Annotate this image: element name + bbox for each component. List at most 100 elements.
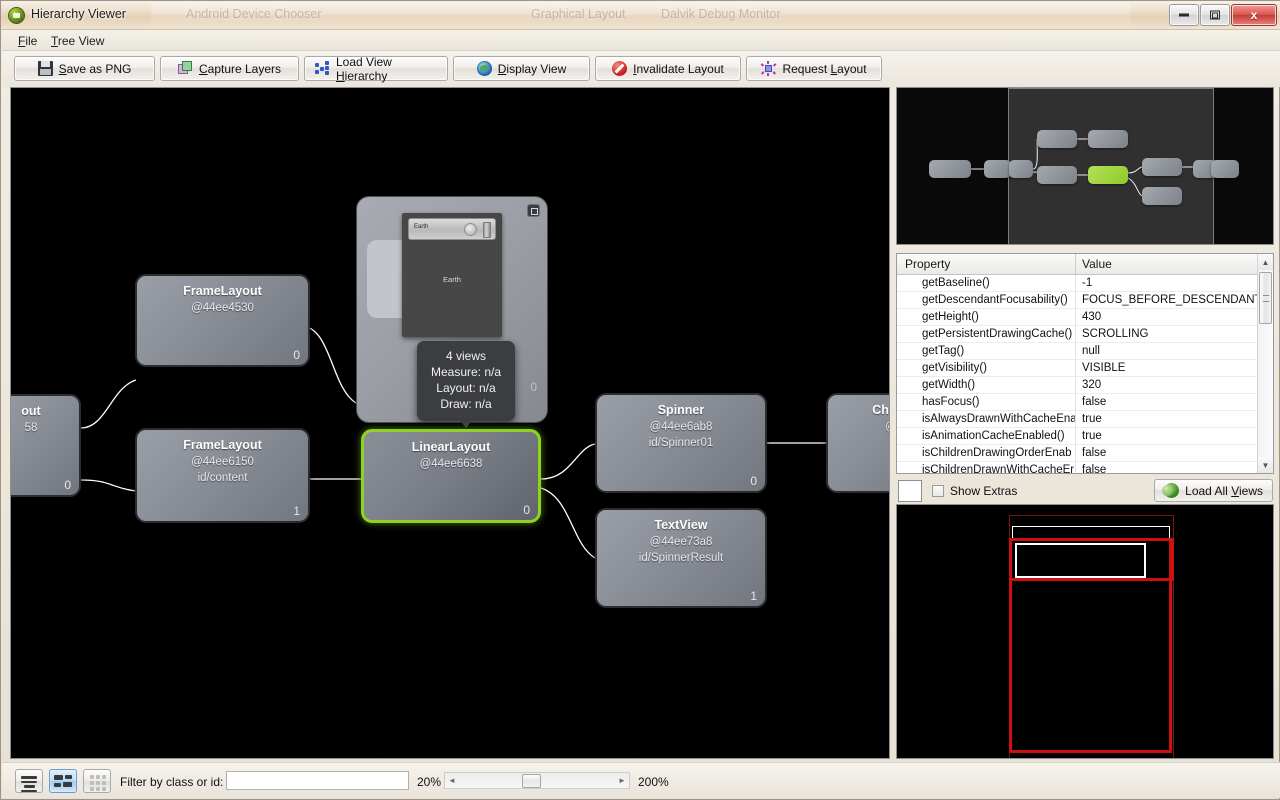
tree-node-index: 0 [293,348,300,362]
tree-node-spinner-44ee6ab8[interactable]: Spinner @44ee6ab8 id/Spinner01 0 [595,393,767,493]
maximize-button[interactable] [1200,4,1230,26]
overview-node-selected[interactable] [1088,166,1128,184]
property-row[interactable]: getTag() null [897,343,1273,360]
save-as-png-button[interactable]: Save as PNG [14,56,155,81]
tree-node-framelayout-44ee4530[interactable]: FrameLayout @44ee4530 0 [135,274,310,367]
device-thumbnail: Earth Earth [402,213,502,337]
tree-canvas[interactable]: out 58 0 FrameLayout @44ee4530 0 FrameLa… [10,87,890,759]
tree-node-address: @44ee73a8 [649,536,713,548]
overview-node[interactable] [1142,158,1182,176]
request-layout-button[interactable]: Request Layout [746,56,882,81]
scrollbar-thumb[interactable] [1259,272,1272,324]
view-mode-list-button[interactable] [15,769,43,793]
property-row[interactable]: getBaseline() -1 [897,275,1273,292]
property-row[interactable]: isAlwaysDrawnWithCacheEna true [897,411,1273,428]
wireframe-preview[interactable] [896,504,1274,759]
invalidate-layout-button[interactable]: Invalidate Layout [595,56,741,81]
property-row[interactable]: isAnimationCacheEnabled() true [897,428,1273,445]
thumbnail-spinner: Earth [408,218,496,240]
overview-node[interactable] [929,160,971,178]
close-button[interactable]: x [1231,4,1277,26]
no-entry-icon [612,61,628,76]
tooltip-measure: Measure: n/a [430,365,502,379]
property-name: getBaseline() [897,275,1076,291]
zoom-slider[interactable]: ◄ ► [444,772,630,789]
thumbnail-scrollbar-icon [483,222,491,238]
tree-node-linearlayout-44ee6638[interactable]: LinearLayout @44ee6638 0 [361,429,541,523]
property-row[interactable]: getHeight() 430 [897,309,1273,326]
tree-node-textview-44ee73a8[interactable]: TextView @44ee73a8 id/SpinnerResult 1 [595,508,767,608]
tree-node-clipped-left[interactable]: out 58 0 [11,394,81,497]
view-mode-grid-button[interactable] [83,769,111,793]
scroll-up-icon[interactable]: ▲ [1258,254,1273,270]
load-all-views-button[interactable]: Load All Views [1154,479,1273,502]
tree-view-icon [50,770,76,792]
property-value: -1 [1082,277,1093,289]
overview-node[interactable] [1037,130,1077,148]
view-mode-tree-button[interactable] [49,769,77,793]
property-row[interactable]: hasFocus() false [897,394,1273,411]
ghost-title-1: Android Device Chooser [186,7,322,21]
tree-node-name: LinearLayout [411,440,491,454]
load-view-hierarchy-button[interactable]: Load View Hierarchy [304,55,448,83]
display-view-button[interactable]: Display View [453,56,590,81]
tree-node-resource-id: id/SpinnerResult [638,552,724,564]
color-swatch[interactable] [898,479,922,502]
property-value: false [1082,396,1107,408]
app-icon [9,8,24,23]
property-row[interactable]: getDescendantFocusability() FOCUS_BEFORE_… [897,292,1273,309]
capture-layers-button[interactable]: Capture Layers [160,56,299,81]
property-table-scrollbar[interactable]: ▲ ▼ [1257,254,1273,473]
property-row[interactable]: getVisibility() VISIBLE [897,360,1273,377]
display-view-label: Display View [497,61,567,76]
tree-node-address: @44ee6638 [419,458,483,470]
main-toolbar: Save as PNG Capture Layers Load View Hie… [2,51,1280,87]
group-node-index: 0 [530,380,537,394]
slider-left-arrow-icon[interactable]: ◄ [445,773,459,788]
collapse-badge-icon[interactable] [527,204,540,217]
property-name: isChildrenDrawnWithCacheEr [897,462,1076,473]
minimize-button[interactable] [1169,4,1199,26]
property-row[interactable]: isChildrenDrawnWithCacheEr false [897,462,1273,473]
filter-input[interactable] [226,771,409,790]
scroll-down-icon[interactable]: ▼ [1258,457,1273,473]
property-name: getVisibility() [897,360,1076,376]
property-name: isChildrenDrawingOrderEnab [897,445,1076,461]
window-title: Hierarchy Viewer [31,7,126,21]
tree-node-name: Check [872,403,889,417]
menu-item-tree-view[interactable]: Tree View [45,33,110,49]
property-name: isAlwaysDrawnWithCacheEna [897,411,1076,427]
tree-node-address: @44ee4530 [191,302,254,314]
overview-node[interactable] [1009,160,1033,178]
invalidate-layout-label: Invalidate Layout [633,61,724,76]
menu-item-file[interactable]: File [12,33,43,49]
request-layout-label: Request Layout [782,61,867,76]
show-extras-checkbox[interactable] [932,484,944,497]
slider-thumb[interactable] [522,774,541,788]
overview-minimap[interactable] [896,87,1274,245]
property-value: 320 [1082,379,1102,391]
tree-node-framelayout-44ee6150[interactable]: FrameLayout @44ee6150 id/content 1 [135,428,310,523]
property-row[interactable]: isChildrenDrawingOrderEnab false [897,445,1273,462]
property-table[interactable]: Property Value getBaseline() -1 getDescend… [896,253,1274,474]
slider-right-arrow-icon[interactable]: ► [615,773,629,788]
overview-node[interactable] [1037,166,1077,184]
menu-bar: File Tree View [2,30,1280,51]
overview-node[interactable] [1142,187,1182,205]
load-all-views-label: Load All Views [1185,483,1263,498]
property-row[interactable]: getPersistentDrawingCache() SCROLLING [897,326,1273,343]
list-view-icon [16,770,42,792]
wireframe-rect [1009,538,1172,753]
property-row[interactable]: getWidth() 320 [897,377,1273,394]
thumbnail-body-text: Earth [443,275,461,284]
tree-node-clipped-right-checkbox[interactable]: Check @ [826,393,889,493]
property-name: hasFocus() [897,394,1076,410]
property-value: VISIBLE [1082,362,1126,374]
overview-node[interactable] [984,160,1011,178]
save-as-png-label: Save as PNG [58,61,132,76]
overview-node[interactable] [1088,130,1128,148]
overview-node[interactable] [1211,160,1239,178]
property-value: null [1082,345,1100,357]
hierarchy-icon [315,61,330,76]
window-controls: x [1169,4,1277,26]
